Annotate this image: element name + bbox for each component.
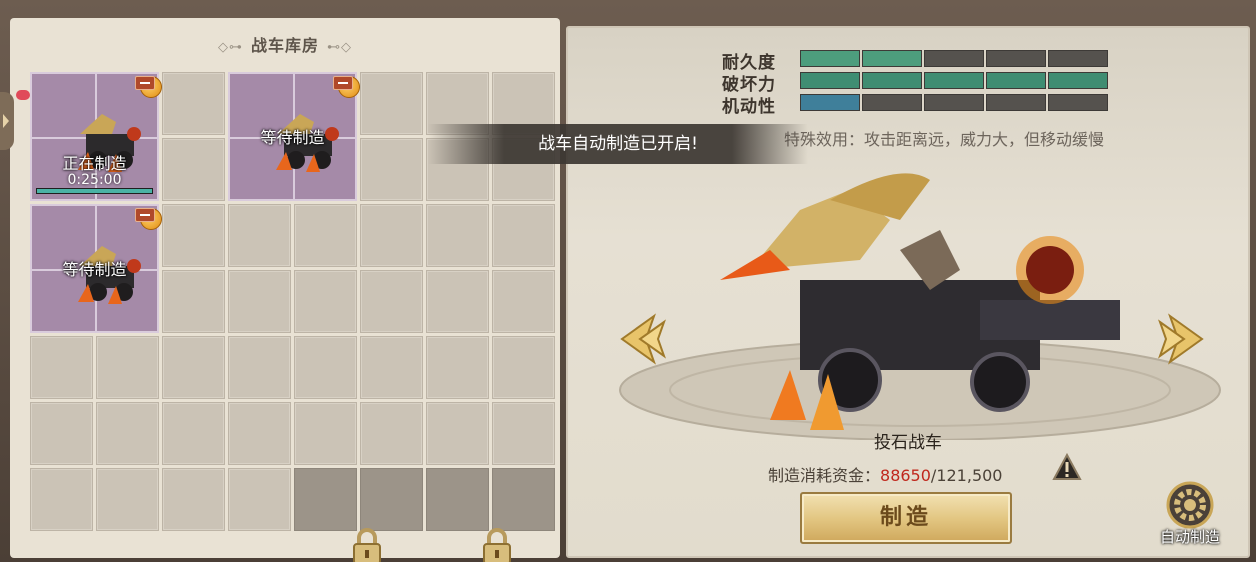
empty-slot[interactable] [294,336,357,399]
chariot-name: 投石战车 [874,433,942,453]
auto-build-label: 自动制造 [1159,528,1220,546]
empty-slot[interactable] [360,336,423,399]
padlock-icon[interactable] [350,528,384,562]
storage-title: ◇⊶ 战车库房 ⊷◇ [10,32,560,56]
stat-label: 机动性 [722,97,776,117]
empty-slot[interactable] [360,72,423,135]
locked-slot[interactable] [492,468,555,531]
empty-slot[interactable] [228,204,291,267]
stat-segment-empty [1048,94,1108,111]
empty-slot[interactable] [426,402,489,465]
chariot-slot-waiting[interactable]: 等待制造 [30,204,162,333]
slot-status: 等待制造 [62,260,127,279]
side-expand-tab[interactable] [0,92,14,150]
cost-label: 制造消耗资金： [768,466,881,485]
empty-slot[interactable] [492,336,555,399]
remove-icon[interactable] [135,208,155,222]
empty-slot[interactable] [360,204,423,267]
empty-slot[interactable] [30,336,93,399]
padlock-icon[interactable] [480,528,514,562]
empty-slot[interactable] [228,270,291,333]
stat-destruction: 破坏力 [716,70,1116,95]
stat-segment-filled [800,72,860,89]
toast-message: 战车自动制造已开启! [428,124,808,164]
build-progress-fill [37,189,152,193]
arrow-left-icon[interactable] [614,312,668,366]
slot-status: 正在制造 [62,154,127,173]
slot-status: 等待制造 [260,128,325,147]
stat-segment-empty [986,50,1046,67]
empty-slot[interactable] [426,270,489,333]
empty-slot[interactable] [162,72,225,135]
empty-slot[interactable] [294,402,357,465]
gear-icon [1166,481,1214,529]
empty-slot[interactable] [228,468,291,531]
stat-segment-empty [1048,50,1108,67]
build-progress-bar [36,188,153,194]
warning-icon[interactable] [1052,453,1082,481]
storage-panel: ◇⊶ 战车库房 ⊷◇ 正在制造 0:25:00 等待制造 等待制造 [10,18,560,562]
empty-slot[interactable] [360,138,423,201]
empty-slot[interactable] [492,402,555,465]
stat-segment-filled [800,94,860,111]
empty-slot[interactable] [96,336,159,399]
empty-slot[interactable] [426,336,489,399]
stat-bar [800,50,1110,67]
build-cost: 制造消耗资金：88650/121,500 [768,462,1002,486]
empty-slot[interactable] [30,402,93,465]
empty-slot[interactable] [96,402,159,465]
empty-slot[interactable] [162,336,225,399]
empty-slot[interactable] [294,204,357,267]
stat-segment-empty [986,94,1046,111]
stat-segment-filled [1048,72,1108,89]
stat-bar [800,94,1110,111]
arrow-right-icon[interactable] [1156,312,1210,366]
empty-slot[interactable] [162,468,225,531]
empty-slot[interactable] [30,468,93,531]
empty-slot[interactable] [162,204,225,267]
stat-segment-filled [862,72,922,89]
cost-total: /121,500 [930,466,1003,485]
empty-slot[interactable] [360,270,423,333]
stat-segment-empty [924,94,984,111]
chariot-slot-building[interactable]: 正在制造 0:25:00 [30,72,162,201]
stat-segment-filled [862,50,922,67]
locked-slot[interactable] [426,468,489,531]
stat-segment-filled [986,72,1046,89]
empty-slot[interactable] [162,138,225,201]
stat-mobility: 机动性 [716,92,1116,117]
empty-slot[interactable] [96,468,159,531]
empty-slot[interactable] [492,270,555,333]
stat-segment-empty [862,94,922,111]
stat-durability: 耐久度 [716,48,1116,73]
build-button[interactable]: 制造 [800,492,1012,544]
remove-icon[interactable] [135,76,155,90]
empty-slot[interactable] [162,270,225,333]
empty-slot[interactable] [228,336,291,399]
title-ornament-right: ⊷◇ [327,40,352,55]
stat-segment-filled [800,50,860,67]
empty-slot[interactable] [492,204,555,267]
chariot-showcase [619,173,1221,440]
storage-title-text: 战车库房 [250,36,319,55]
empty-slot[interactable] [294,270,357,333]
stat-bar [800,72,1110,89]
locked-slot[interactable] [360,468,423,531]
title-ornament-left: ◇⊶ [217,40,243,55]
stat-segment-empty [924,50,984,67]
notification-dot [16,90,30,100]
empty-slot[interactable] [228,402,291,465]
locked-slot[interactable] [294,468,357,531]
stat-segment-filled [924,72,984,89]
empty-slot[interactable] [162,402,225,465]
chariot-slot-waiting[interactable]: 等待制造 [228,72,360,201]
cost-current: 88650 [880,466,931,485]
empty-slot[interactable] [360,402,423,465]
special-effect-text: 特殊效用：攻击距离远，威力大，但移动缓慢 [784,130,1105,149]
remove-icon[interactable] [333,76,353,90]
slot-timer: 0:25:00 [67,172,122,188]
auto-build-button[interactable]: 自动制造 [1150,480,1230,550]
empty-slot[interactable] [426,204,489,267]
